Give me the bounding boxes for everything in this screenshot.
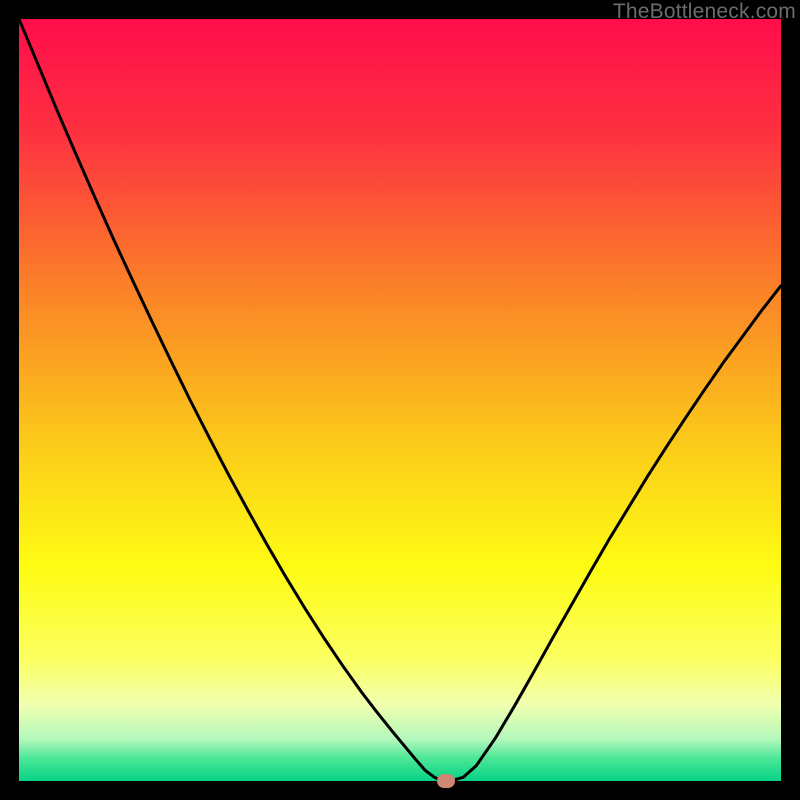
watermark-text: TheBottleneck.com bbox=[613, 0, 796, 24]
bottleneck-curve bbox=[19, 19, 781, 781]
optimum-marker bbox=[437, 774, 455, 788]
plot-area bbox=[19, 19, 781, 781]
chart-frame: TheBottleneck.com bbox=[0, 0, 800, 800]
